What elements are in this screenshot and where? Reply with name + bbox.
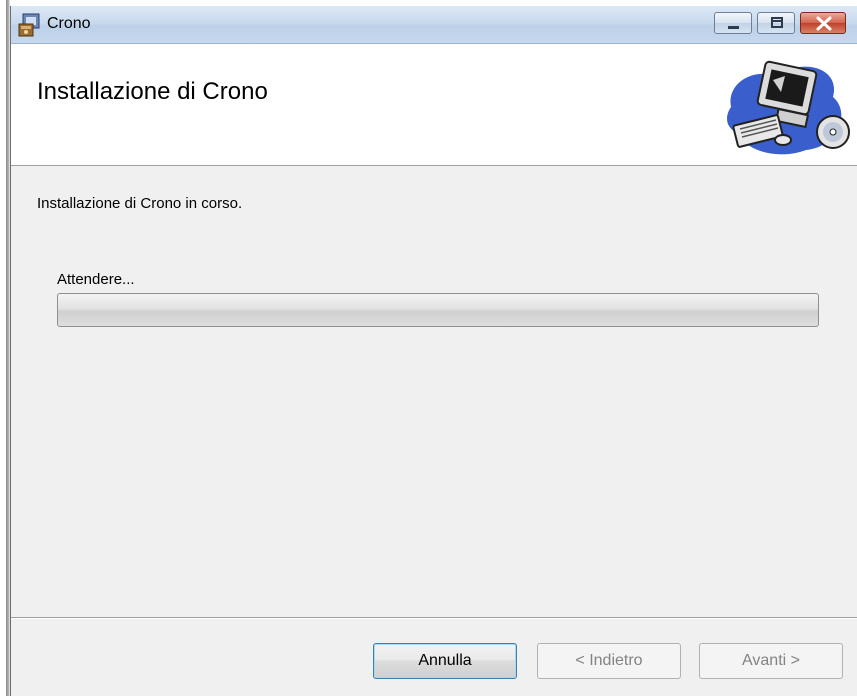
- installer-app-icon: [17, 12, 43, 38]
- back-button[interactable]: < Indietro: [537, 643, 681, 679]
- wait-label: Attendere...: [57, 271, 135, 288]
- status-text: Installazione di Crono in corso.: [37, 195, 243, 212]
- maximize-button[interactable]: [757, 12, 795, 34]
- page-title: Installazione di Crono: [37, 78, 268, 105]
- minimize-button[interactable]: [714, 12, 752, 34]
- minimize-icon: [728, 26, 739, 29]
- next-button[interactable]: Avanti >: [699, 643, 843, 679]
- wizard-header: Installazione di Crono: [11, 44, 857, 166]
- title-bar[interactable]: Crono: [11, 6, 857, 44]
- maximize-icon: [771, 17, 783, 28]
- installer-window: Crono Installazione di Crono Installazio…: [10, 6, 857, 696]
- progress-bar: [57, 293, 819, 327]
- window-frame: [0, 0, 10, 696]
- close-icon: [816, 16, 832, 31]
- footer-separator-highlight: [11, 618, 857, 619]
- window-title: Crono: [47, 15, 91, 32]
- computer-install-icon: [721, 52, 857, 160]
- close-button[interactable]: [800, 12, 846, 34]
- cancel-button[interactable]: Annulla: [373, 643, 517, 679]
